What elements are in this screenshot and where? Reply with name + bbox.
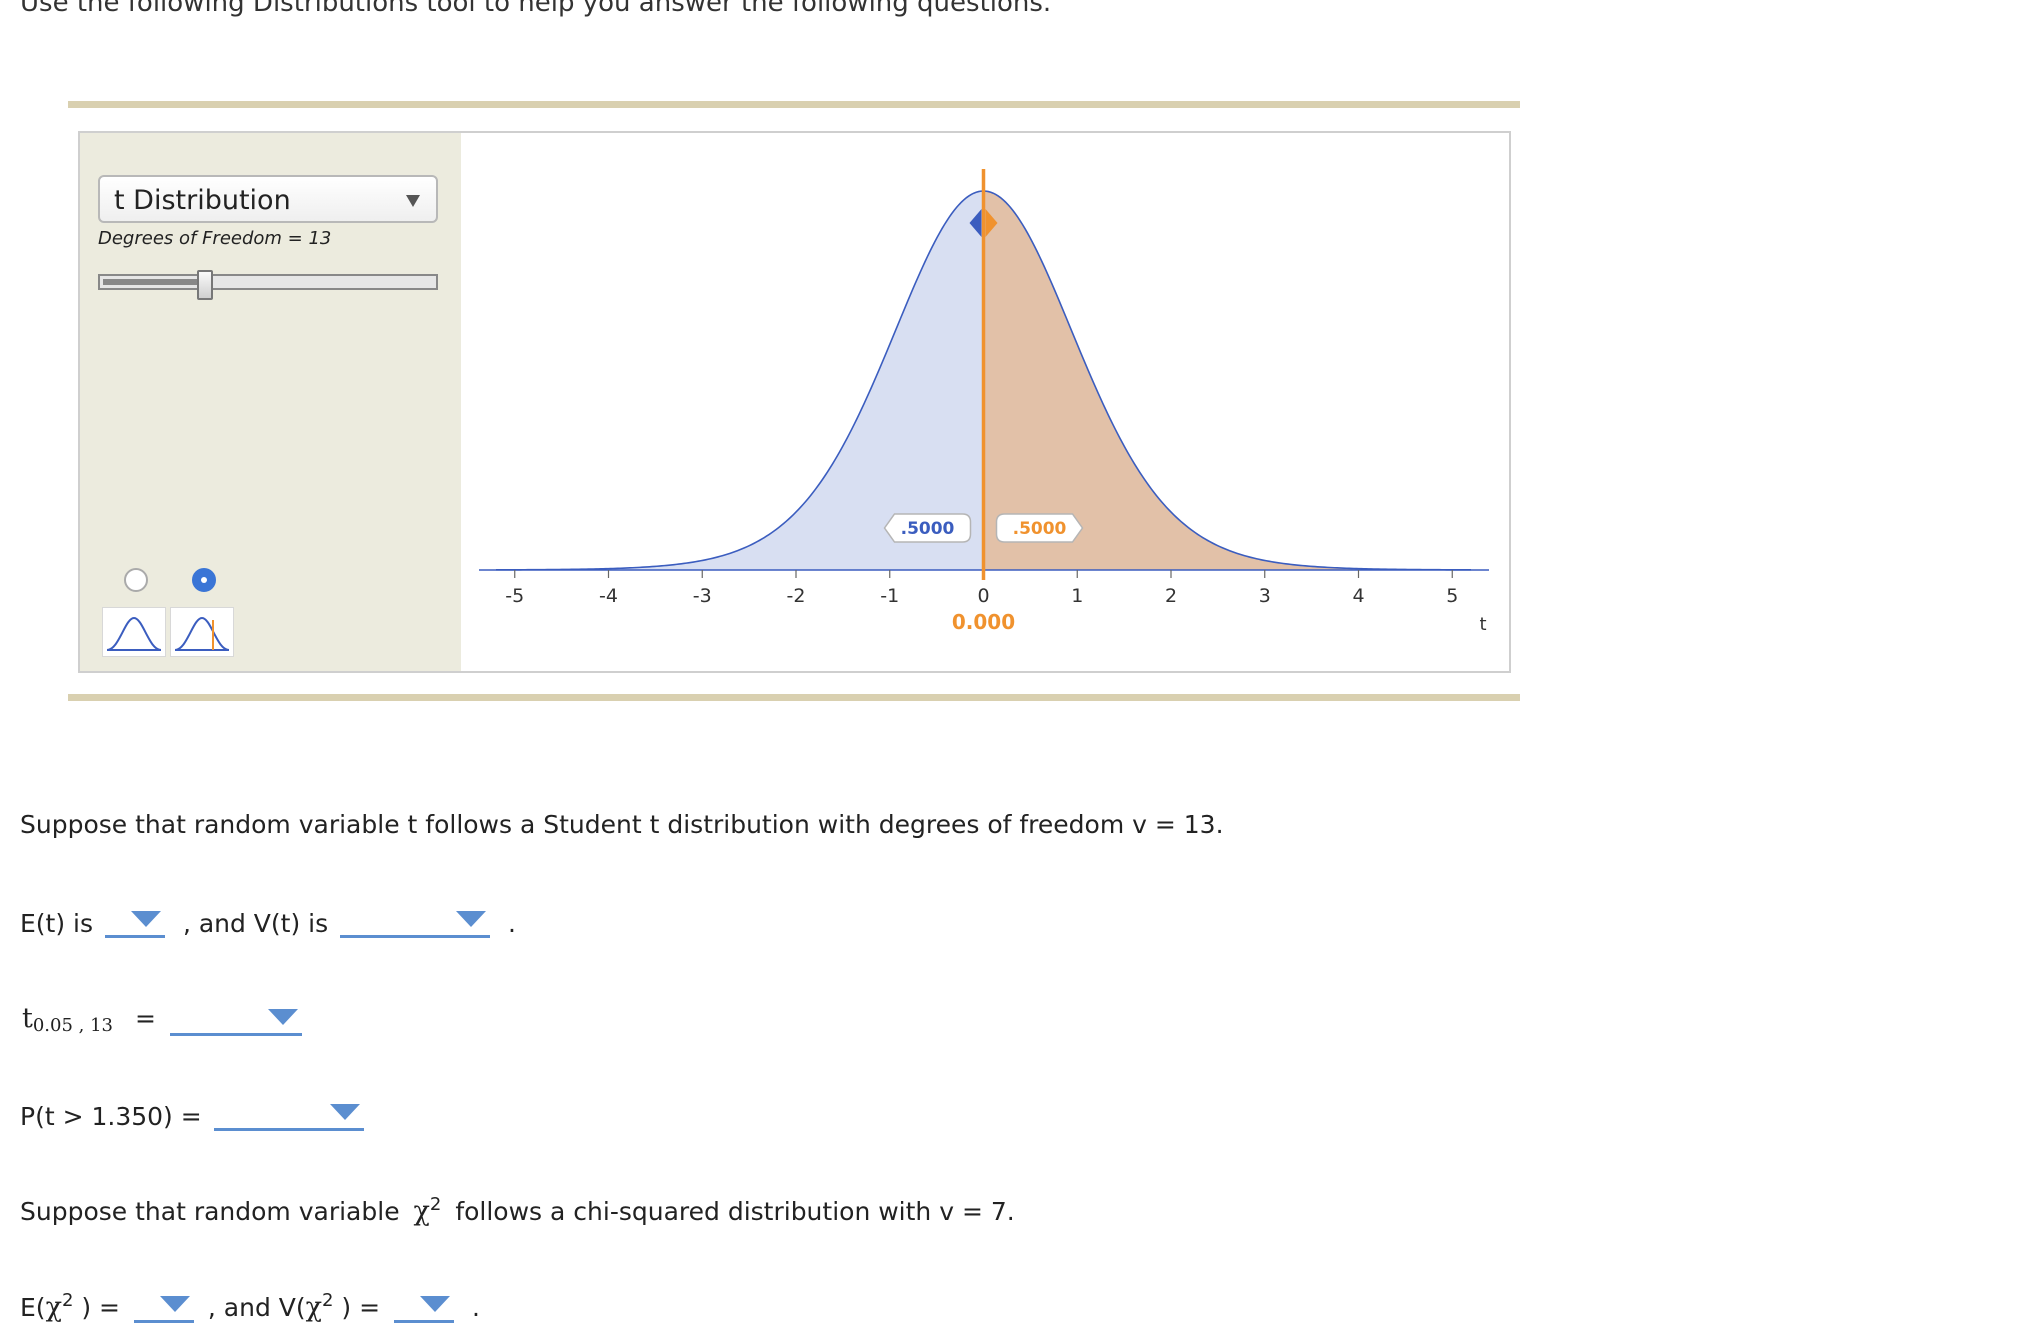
expected-t-dropdown[interactable] bbox=[104, 905, 165, 938]
chi-symbol: χ bbox=[45, 1292, 62, 1323]
chi-symbol: χ bbox=[413, 1196, 430, 1227]
x-tick-label: -3 bbox=[693, 585, 712, 607]
mode-radio-curve-marker[interactable] bbox=[192, 568, 216, 592]
variance-chi-open: , and V( bbox=[207, 1293, 306, 1322]
distribution-select[interactable]: t Distribution bbox=[98, 175, 438, 223]
probability-question: P(t > 1.350) = bbox=[20, 1098, 364, 1131]
degrees-of-freedom-label: Degrees of Freedom = 13 bbox=[98, 228, 332, 249]
bell-curve-icon[interactable] bbox=[102, 607, 166, 657]
t-symbol: t bbox=[22, 1003, 33, 1034]
x-tick-label: 0 bbox=[977, 585, 989, 607]
x-tick-label: 1 bbox=[1071, 585, 1083, 607]
x-tick-label: 5 bbox=[1446, 585, 1458, 607]
slider-handle[interactable] bbox=[196, 270, 213, 300]
expected-chi-open: E( bbox=[20, 1293, 46, 1322]
marker-value-label: 0.000 bbox=[952, 610, 1015, 634]
distribution-select-value: t Distribution bbox=[114, 185, 291, 216]
chi-question-intro: Suppose that random variable χ2 follows … bbox=[20, 1194, 1015, 1227]
slider-fill bbox=[103, 279, 205, 285]
variance-chi-close: ) = bbox=[341, 1293, 381, 1322]
expected-chi-dropdown[interactable] bbox=[133, 1290, 194, 1323]
period-text: . bbox=[471, 1293, 480, 1322]
right-area-label: .5000 bbox=[1013, 519, 1067, 539]
instructions-text: Use the following Distributions tool to … bbox=[20, 0, 1052, 18]
dropdown-arrow-icon bbox=[420, 1296, 451, 1312]
expected-chi-close: ) = bbox=[81, 1293, 120, 1322]
chi-intro-text: Suppose that random variable bbox=[20, 1197, 400, 1226]
bell-curve-marker-icon[interactable] bbox=[170, 607, 234, 657]
distributions-tool: t Distribution Degrees of Freedom = 13 -… bbox=[78, 131, 1511, 673]
equals-sign: = bbox=[134, 1004, 156, 1033]
probability-dropdown[interactable] bbox=[213, 1098, 364, 1131]
x-tick-label: 2 bbox=[1165, 585, 1177, 607]
expected-t-label: E(t) is bbox=[20, 909, 94, 938]
x-tick-label: 3 bbox=[1259, 585, 1271, 607]
control-panel: t Distribution Degrees of Freedom = 13 bbox=[80, 133, 461, 671]
chevron-down-icon bbox=[406, 195, 420, 207]
x-tick-label: -1 bbox=[880, 585, 899, 607]
t-subscript: 0.05 , 13 bbox=[32, 1015, 114, 1036]
right-tail-area bbox=[983, 191, 1471, 570]
period-text: . bbox=[508, 909, 516, 938]
degrees-of-freedom-slider[interactable] bbox=[98, 270, 438, 300]
critical-value-question: t0.05 , 13 = bbox=[22, 1003, 302, 1036]
tool-bottom-rule bbox=[68, 694, 1520, 701]
chi-mean-variance-question: E(χ2 ) = , and V(χ2 ) = . bbox=[20, 1290, 480, 1323]
x-axis-label: t bbox=[1479, 614, 1486, 635]
mean-variance-question: E(t) is , and V(t) is . bbox=[20, 905, 516, 938]
chi-exponent: 2 bbox=[429, 1194, 442, 1215]
tool-top-rule bbox=[68, 101, 1520, 108]
dropdown-arrow-icon bbox=[159, 1296, 190, 1312]
x-tick-label: 4 bbox=[1352, 585, 1364, 607]
t-question-intro: Suppose that random variable t follows a… bbox=[20, 810, 1224, 839]
probability-label: P(t > 1.350) = bbox=[20, 1102, 202, 1131]
dropdown-arrow-icon bbox=[130, 911, 161, 927]
variance-chi-dropdown[interactable] bbox=[394, 1290, 455, 1323]
mode-radio-curve[interactable] bbox=[124, 568, 148, 592]
variance-t-dropdown[interactable] bbox=[340, 905, 491, 938]
dropdown-arrow-icon bbox=[267, 1009, 298, 1025]
x-tick-label: -5 bbox=[505, 585, 524, 607]
x-tick-label: -2 bbox=[787, 585, 806, 607]
variance-t-label: , and V(t) is bbox=[182, 909, 329, 938]
left-tail-area bbox=[496, 191, 984, 570]
chi-exponent: 2 bbox=[322, 1290, 334, 1311]
chi-exponent: 2 bbox=[61, 1290, 74, 1311]
t-distribution-chart: -5 -4 -3 -2 -1 0 1 2 3 4 5t 0.000 .5000 .5000 bbox=[479, 169, 1489, 635]
x-tick-label: -4 bbox=[599, 585, 618, 607]
left-area-label: .5000 bbox=[901, 519, 955, 539]
dropdown-arrow-icon bbox=[329, 1104, 360, 1120]
chi-intro-rest: follows a chi-squared distribution with … bbox=[455, 1197, 1015, 1226]
critical-value-dropdown[interactable] bbox=[169, 1003, 302, 1036]
dropdown-arrow-icon bbox=[456, 911, 487, 927]
chi-symbol: χ bbox=[305, 1292, 323, 1323]
